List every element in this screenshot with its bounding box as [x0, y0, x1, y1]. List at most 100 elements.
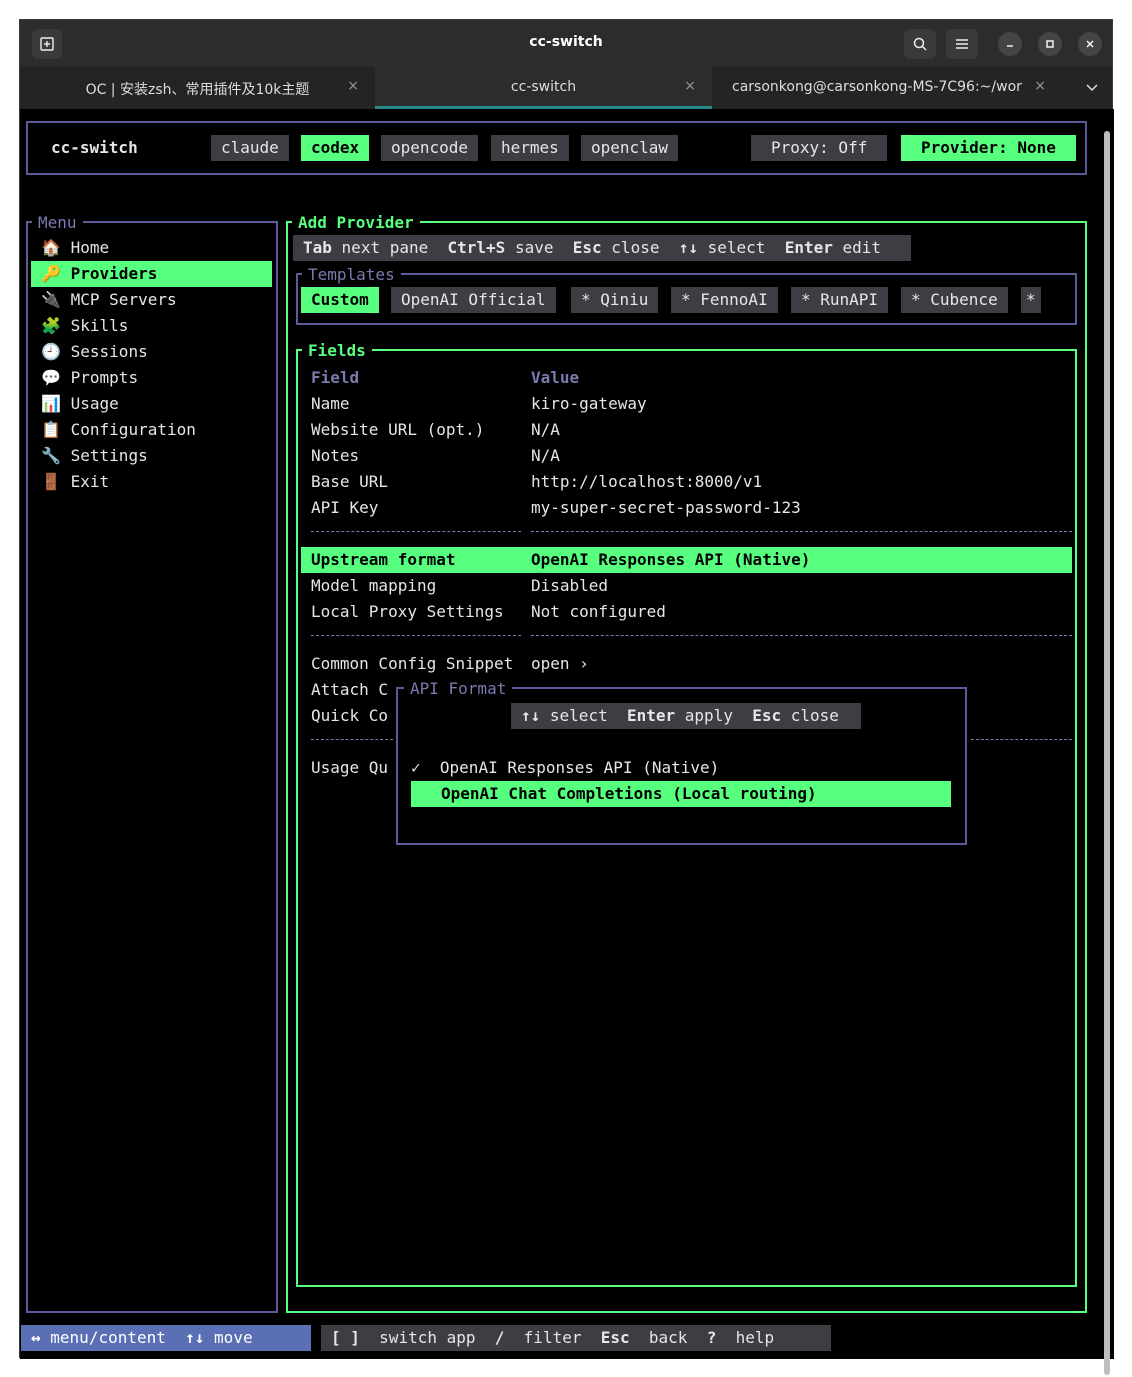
field-label: Notes: [311, 446, 360, 465]
field-label: Model mapping: [311, 576, 437, 595]
provider-status[interactable]: Provider: None: [901, 135, 1076, 161]
footer-nav-hints: ↔ menu/content ↑↓ move: [21, 1325, 311, 1351]
door-icon: 🚪: [41, 472, 61, 491]
template-custom[interactable]: Custom: [301, 287, 379, 313]
tab-close-icon[interactable]: ×: [684, 78, 696, 94]
field-value-upstream-format[interactable]: OpenAI Responses API (Native): [531, 547, 810, 573]
field-label: Name: [311, 394, 350, 413]
template-cubence[interactable]: * Cubence: [901, 287, 1008, 313]
menu-item-label: Configuration: [70, 420, 196, 439]
divider: [531, 531, 1072, 532]
field-label-usage: Usage Qu: [311, 758, 389, 777]
field-value-website[interactable]: N/A: [531, 417, 560, 443]
close-icon[interactable]: [1078, 32, 1102, 56]
fields-header-field: Field: [311, 368, 360, 387]
menu-item-home[interactable]: 🏠 Home: [41, 235, 109, 261]
field-label-attach: Attach C: [311, 680, 389, 699]
menu-item-label: Home: [70, 238, 110, 257]
field-value-base-url[interactable]: http://localhost:8000/v1: [531, 469, 762, 495]
template-openai-official[interactable]: OpenAI Official: [391, 287, 556, 313]
tab-oc[interactable]: OC | 安装zsh、常用插件及10k主题 ×: [20, 67, 375, 109]
divider: [971, 739, 1072, 740]
search-icon[interactable]: [904, 29, 936, 59]
terminal-window: cc-switch OC | 安装zsh、常用插件及10k主题 × cc-swi…: [19, 19, 1114, 1375]
menu-item-prompts[interactable]: 💬 Prompts: [41, 365, 138, 391]
field-label: Base URL: [311, 472, 389, 491]
api-format-option-chat-completions[interactable]: OpenAI Chat Completions (Local routing): [411, 781, 951, 807]
tab-label: OC | 安装zsh、常用插件及10k主题: [85, 82, 310, 98]
menu-item-sessions[interactable]: 🕘 Sessions: [41, 339, 148, 365]
puzzle-icon: 🧩: [41, 316, 61, 335]
wrench-icon: 🔧: [41, 446, 61, 465]
template-more[interactable]: *: [1021, 287, 1041, 313]
field-label: Upstream format: [311, 550, 456, 569]
option-label: OpenAI Responses API (Native): [439, 758, 720, 777]
menu-item-exit[interactable]: 🚪 Exit: [41, 469, 109, 495]
divider: [311, 531, 521, 532]
field-label-quick: Quick Co: [311, 706, 389, 725]
option-label: OpenAI Chat Completions (Local routing): [441, 784, 817, 803]
app-tab-openclaw[interactable]: openclaw: [581, 135, 679, 161]
template-qiniu[interactable]: * Qiniu: [571, 287, 659, 313]
app-tab-hermes[interactable]: hermes: [491, 135, 569, 161]
menu-item-mcp-servers[interactable]: 🔌 MCP Servers: [41, 287, 177, 313]
tab-carsonkong[interactable]: carsonkong@carsonkong-MS-7C96:~/wor… ×: [712, 67, 1062, 109]
field-label: Local Proxy Settings: [311, 602, 504, 621]
speech-bubble-icon: 💬: [41, 368, 61, 387]
field-value-notes[interactable]: N/A: [531, 443, 560, 469]
menu-item-usage[interactable]: 📊 Usage: [41, 391, 119, 417]
menu-item-settings[interactable]: 🔧 Settings: [41, 443, 148, 469]
field-label: Website URL (opt.): [311, 420, 485, 439]
menu-item-label: Settings: [70, 446, 148, 465]
tab-label: cc-switch: [510, 79, 577, 95]
app-tab-codex[interactable]: codex: [301, 135, 370, 161]
minimize-icon[interactable]: [998, 32, 1022, 56]
tab-close-icon[interactable]: ×: [347, 78, 359, 94]
menu-item-providers[interactable]: 🔑 Providers: [31, 261, 272, 287]
fields-title: Fields: [302, 338, 372, 364]
menu-item-label: Usage: [70, 394, 119, 413]
fields-header-value: Value: [531, 368, 580, 387]
title-bar: cc-switch: [20, 20, 1112, 67]
field-value-api-key[interactable]: my-super-secret-password-123: [531, 495, 801, 521]
tab-cc-switch[interactable]: cc-switch ×: [375, 67, 712, 109]
add-provider-title: Add Provider: [292, 210, 420, 236]
tab-close-icon[interactable]: ×: [1034, 78, 1046, 94]
field-value-name[interactable]: kiro-gateway: [531, 391, 647, 417]
app-tab-claude[interactable]: claude: [211, 135, 289, 161]
common-snippet-open-link[interactable]: open ›: [531, 651, 589, 677]
menu-item-skills[interactable]: 🧩 Skills: [41, 313, 128, 339]
template-fennoai[interactable]: * FennoAI: [671, 287, 778, 313]
house-icon: 🏠: [41, 238, 61, 257]
menu-item-configuration[interactable]: 📋 Configuration: [41, 417, 196, 443]
menu-item-label: MCP Servers: [70, 290, 177, 309]
tab-label: carsonkong@carsonkong-MS-7C96:~/wor…: [732, 79, 1022, 95]
field-value-model-mapping[interactable]: Disabled: [531, 573, 608, 599]
menu-item-label: Providers: [70, 264, 158, 283]
bar-chart-icon: 📊: [41, 394, 61, 413]
field-value-local-proxy[interactable]: Not configured: [531, 599, 666, 625]
scrollbar[interactable]: [1104, 131, 1110, 1375]
field-label: Common Config Snippet: [311, 654, 514, 673]
terminal-content: cc-switch claude codex opencode hermes o…: [20, 109, 1114, 1375]
app-name: cc-switch: [51, 138, 138, 157]
app-tab-opencode[interactable]: opencode: [381, 135, 479, 161]
templates-title: Templates: [302, 262, 401, 288]
api-format-option-responses[interactable]: ✓ OpenAI Responses API (Native): [411, 755, 719, 781]
menu-title: Menu: [32, 210, 83, 236]
plug-icon: 🔌: [41, 290, 61, 309]
clipboard-icon: 📋: [41, 420, 61, 439]
check-icon: ✓: [411, 758, 421, 777]
field-label: API Key: [311, 498, 379, 517]
tab-overflow-chevron-icon[interactable]: [1072, 67, 1112, 109]
footer-action-hints: [ ] switch app / filter Esc back ? help: [321, 1325, 831, 1351]
menu-item-label: Prompts: [70, 368, 139, 387]
divider: [311, 635, 521, 636]
tab-bar: OC | 安装zsh、常用插件及10k主题 × cc-switch × cars…: [20, 67, 1112, 109]
menu-item-label: Sessions: [70, 342, 148, 361]
proxy-status[interactable]: Proxy: Off: [751, 135, 888, 161]
menu-item-label: Skills: [70, 316, 129, 335]
hamburger-menu-icon[interactable]: [946, 29, 978, 59]
maximize-icon[interactable]: [1038, 32, 1062, 56]
template-runapi[interactable]: * RunAPI: [791, 287, 889, 313]
